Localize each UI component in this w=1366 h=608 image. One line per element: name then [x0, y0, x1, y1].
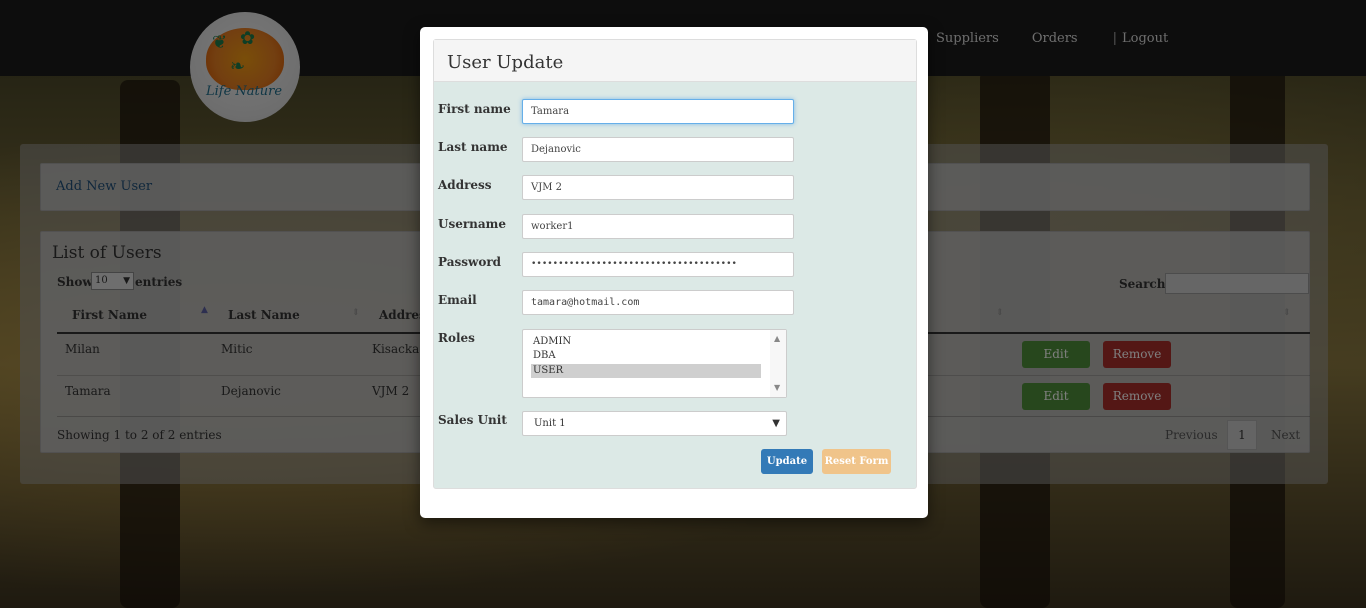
modal-title: User Update — [447, 52, 564, 73]
address-label: Address — [438, 178, 492, 192]
reset-form-button[interactable]: Reset Form — [822, 449, 891, 474]
username-label: Username — [438, 217, 507, 231]
first-name-field[interactable]: Tamara — [522, 99, 794, 124]
roles-scrollbar[interactable]: ▲ ▼ — [770, 330, 786, 397]
first-name-label: First name — [438, 102, 511, 116]
scroll-up-icon[interactable]: ▲ — [774, 334, 780, 343]
update-button[interactable]: Update — [761, 449, 813, 474]
user-update-modal: User Update First name Tamara Last name … — [420, 27, 928, 518]
last-name-field[interactable]: Dejanovic — [522, 137, 794, 162]
address-field[interactable]: VJM 2 — [522, 175, 794, 200]
sales-unit-value: Unit 1 — [534, 418, 566, 429]
role-option-user[interactable]: USER — [531, 364, 761, 378]
sales-unit-label: Sales Unit — [438, 413, 507, 427]
password-label: Password — [438, 255, 502, 269]
sales-unit-select[interactable]: Unit 1 ▼ — [522, 411, 787, 436]
role-option-dba[interactable]: DBA — [531, 349, 761, 363]
roles-label: Roles — [438, 331, 475, 345]
password-field[interactable]: •••••••••••••••••••••••••••••••••••••• — [522, 252, 794, 277]
chevron-down-icon: ▼ — [772, 418, 780, 429]
modal-header: User Update — [434, 40, 916, 82]
modal-panel: User Update First name Tamara Last name … — [433, 39, 917, 489]
email-label: Email — [438, 293, 477, 307]
scroll-down-icon[interactable]: ▼ — [774, 383, 780, 392]
username-field[interactable]: worker1 — [522, 214, 794, 239]
role-option-admin[interactable]: ADMIN — [531, 335, 761, 349]
email-field[interactable]: tamara@hotmail.com — [522, 290, 794, 315]
last-name-label: Last name — [438, 140, 508, 154]
roles-multiselect[interactable]: ADMIN DBA USER ▲ ▼ — [522, 329, 787, 398]
